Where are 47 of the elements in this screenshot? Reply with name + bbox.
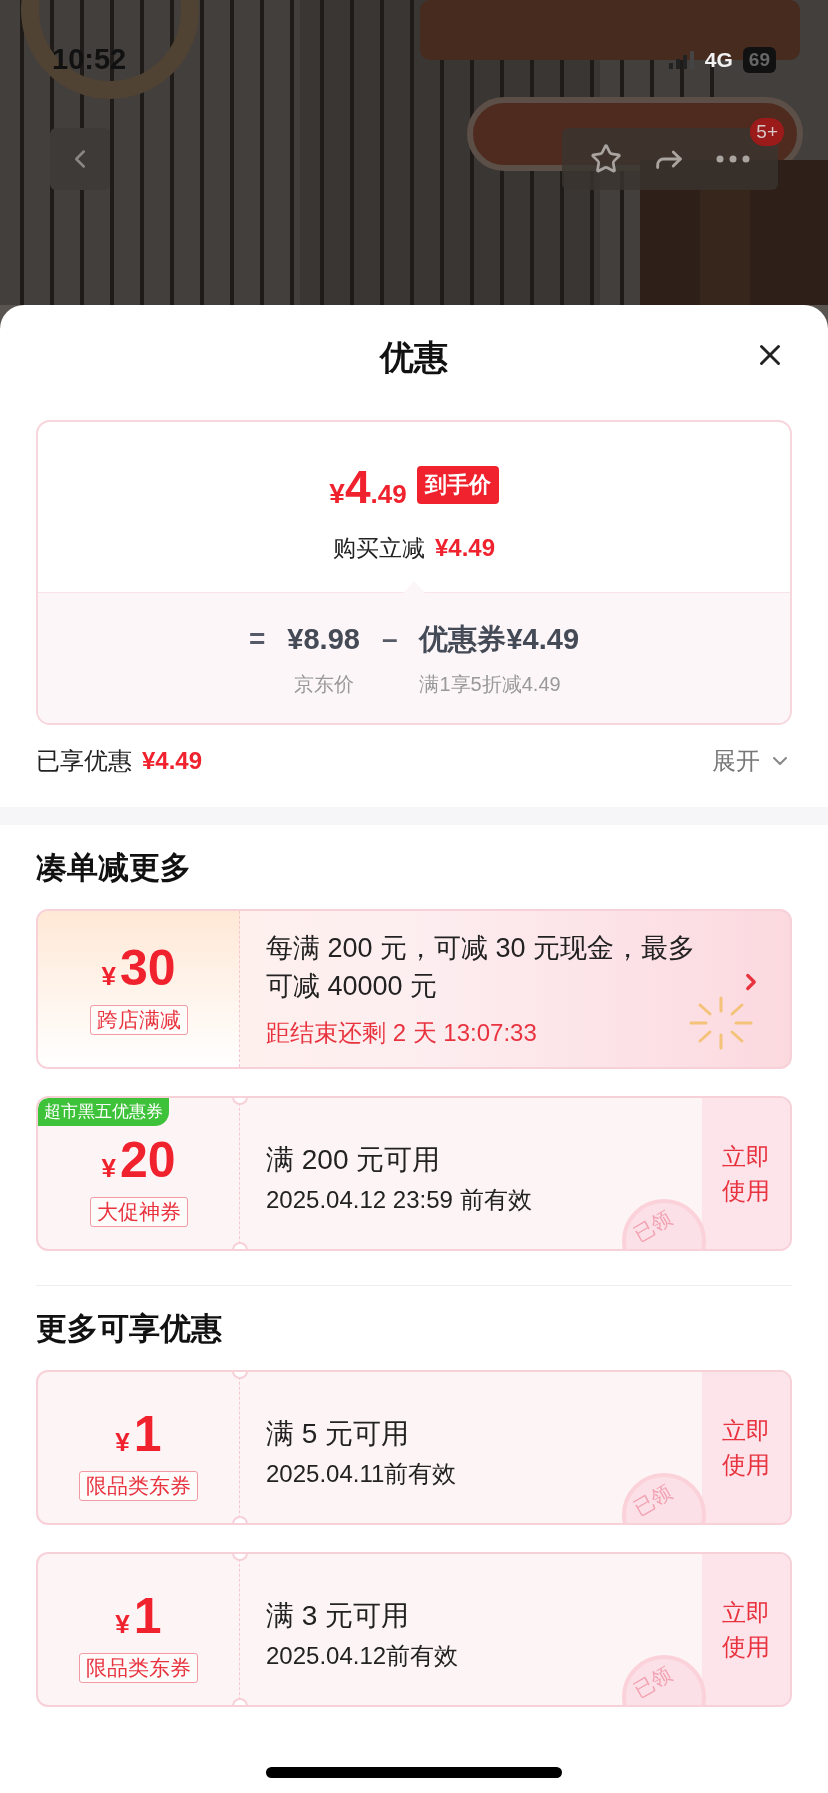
claimed-stamp: 已领	[622, 1473, 706, 1523]
notification-badge: 5+	[750, 118, 784, 146]
coupon-deduction: 优惠券¥4.49	[419, 622, 580, 657]
star-icon[interactable]	[590, 143, 622, 175]
claimed-stamp: 已领	[622, 1655, 706, 1705]
coupon-validity: 2025.04.12前有效	[266, 1644, 460, 1668]
coupon-validity: 2025.04.11前有效	[266, 1462, 458, 1486]
expand-toggle[interactable]: 展开	[712, 743, 792, 779]
use-now-button[interactable]: 立即使用	[702, 1372, 790, 1523]
more-icon[interactable]	[716, 155, 750, 163]
base-price-label: 京东价	[293, 672, 354, 697]
coupon-condition: 满 5 元可用	[266, 1420, 411, 1448]
coupon-amount: ¥1	[115, 1590, 162, 1641]
price-tag: 到手价	[416, 466, 499, 504]
section-heading: 更多可享优惠	[36, 1309, 222, 1348]
coupon-tag: 限品类东券	[79, 1470, 198, 1501]
network-label: 4G	[704, 47, 733, 74]
use-now-button[interactable]: 立即使用	[702, 1098, 790, 1249]
coupon-tag: 跨店满减	[89, 1005, 188, 1035]
coupon-tag: 大促神券	[89, 1196, 188, 1227]
final-price: ¥4.49	[329, 464, 407, 510]
reduce-amount: ¥4.49	[434, 533, 496, 563]
section-heading: 凑单减更多	[36, 848, 191, 887]
reduce-label: 购买立减	[332, 533, 425, 563]
battery-icon: 69	[742, 47, 776, 73]
coupon-condition: 满 200 元可用	[266, 1146, 442, 1174]
claimed-stamp: 已领	[622, 1199, 706, 1249]
countdown-text: 距结束还剩 2 天 13:07:33	[266, 1018, 538, 1048]
coupon-badge: 超市黑五优惠券	[38, 1098, 169, 1126]
sheet-title: 优惠	[380, 337, 448, 378]
coupon-condition: 满 3 元可用	[266, 1602, 411, 1630]
equals-sign: =	[248, 622, 266, 656]
enjoyed-amount: ¥4.49	[142, 746, 203, 776]
promo-card[interactable]: ¥30 跨店满减 每满 200 元，可减 30 元现金，最多可减 40000 元 距结束还剩 2 天 13:07:33	[36, 909, 792, 1069]
base-price: ¥8.98	[287, 622, 360, 657]
coupon-amount: ¥30	[101, 943, 176, 993]
coupon-tag: 限品类东券	[79, 1652, 198, 1683]
minus-sign: –	[381, 622, 398, 656]
status-time: 10:52	[52, 42, 127, 78]
coupon-amount: ¥20	[101, 1134, 176, 1185]
enjoyed-label: 已享优惠	[36, 746, 132, 776]
use-now-button[interactable]: 立即使用	[702, 1554, 790, 1705]
coupon-condition: 满1享5折减4.49	[419, 672, 561, 697]
signal-icon	[668, 51, 695, 69]
promo-description: 每满 200 元，可减 30 元现金，最多可减 40000 元	[266, 932, 697, 1003]
coupon-amount: ¥1	[115, 1408, 162, 1459]
coupon-validity: 2025.04.12 23:59 前有效	[266, 1188, 533, 1212]
